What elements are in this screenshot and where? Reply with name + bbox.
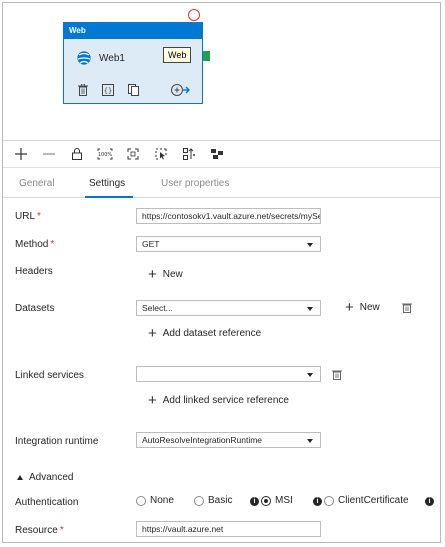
fit-icon[interactable] (125, 146, 141, 162)
required-marker: * (50, 239, 55, 250)
required-marker: * (59, 525, 64, 536)
add-dataset-reference-label: Add dataset reference (162, 328, 262, 339)
auth-option-label: None (150, 495, 174, 506)
integration-runtime-select[interactable]: AutoResolveIntegrationRuntime (136, 432, 321, 448)
headers-new-label: New (162, 269, 183, 280)
pipeline-canvas[interactable]: Web Web1 Web {} (3, 3, 440, 140)
delete-icon[interactable] (76, 83, 90, 97)
auth-radio-client-certificate[interactable]: ClientCertificate (324, 495, 409, 506)
zoom-100-label: 100% (98, 152, 113, 158)
auto-align-icon[interactable] (181, 146, 197, 162)
advanced-label: Advanced (29, 472, 74, 483)
required-marker: * (37, 211, 41, 222)
radio-circle-selected (261, 495, 271, 506)
url-label: URL * (15, 211, 41, 222)
auth-option-label: MSI (275, 495, 293, 506)
datasets-new-label: New (359, 302, 380, 313)
headers-label: Headers (15, 266, 53, 277)
error-indicator-icon[interactable] (188, 9, 200, 21)
integration-runtime-select-value: AutoResolveIntegrationRuntime (142, 435, 263, 445)
activity-type-header: Web (64, 23, 202, 39)
plus-icon: + (148, 324, 157, 342)
lock-icon[interactable] (69, 146, 85, 162)
chevron-down-icon (307, 439, 313, 443)
add-dataset-reference-button[interactable]: + Add dataset reference (148, 324, 262, 342)
datasets-select-value: Select... (142, 303, 173, 313)
web-globe-icon (76, 50, 92, 66)
authentication-label: Authentication (15, 497, 79, 508)
pipeline-editor: Web Web1 Web {} 100% General Settings Us… (2, 2, 441, 543)
plus-icon: + (148, 391, 157, 409)
plus-icon: + (345, 298, 354, 316)
radio-circle (194, 495, 204, 506)
headers-new-button[interactable]: + New (148, 265, 183, 283)
chevron-down-icon (307, 373, 313, 377)
web-activity-node[interactable]: Web Web1 Web {} (63, 22, 203, 104)
datasets-select[interactable]: Select... (136, 300, 321, 316)
activity-name: Web1 (99, 53, 125, 64)
linked-services-select[interactable] (136, 366, 321, 382)
delete-dataset-icon[interactable] (402, 302, 412, 313)
layout-icon[interactable] (209, 146, 225, 162)
auth-radio-basic[interactable]: Basic (194, 495, 232, 506)
linked-services-label: Linked services (15, 370, 84, 381)
resource-input[interactable]: https://vault.azure.net (136, 521, 321, 537)
info-icon[interactable]: i (313, 497, 322, 506)
auth-radio-msi[interactable]: MSI (261, 495, 293, 506)
copy-icon[interactable] (126, 83, 140, 97)
auth-radio-none[interactable]: None (136, 495, 174, 506)
tab-general[interactable]: General (19, 178, 55, 189)
advanced-toggle[interactable]: Advanced (17, 472, 73, 483)
integration-runtime-label: Integration runtime (15, 436, 99, 447)
add-linked-service-reference-button[interactable]: + Add linked service reference (148, 391, 289, 409)
active-tab-indicator (85, 196, 133, 198)
plus-icon[interactable] (13, 146, 29, 162)
chevron-down-icon (307, 243, 313, 247)
delete-linked-service-icon[interactable] (332, 369, 342, 380)
datasets-label: Datasets (15, 303, 55, 314)
zoom-100-icon[interactable]: 100% (97, 146, 113, 162)
minus-icon[interactable] (41, 146, 57, 162)
activity-tooltip: Web (163, 47, 192, 63)
radio-circle (324, 495, 334, 506)
tab-settings[interactable]: Settings (89, 178, 125, 189)
info-icon[interactable]: i (250, 497, 259, 506)
method-label: Method * (15, 239, 55, 250)
svg-text:{}: {} (104, 87, 112, 95)
resource-label: Resource * (15, 525, 64, 536)
success-output-handle[interactable] (203, 51, 210, 61)
view-code-icon[interactable]: {} (101, 83, 115, 97)
radio-circle (136, 495, 146, 506)
add-output-arrow-icon[interactable] (170, 83, 190, 97)
url-input[interactable]: https://contosokv1.vault.azure.net/secre… (136, 208, 321, 224)
collapse-triangle-icon (17, 475, 23, 480)
tab-bar: General Settings User properties (3, 168, 440, 198)
datasets-new-button[interactable]: + New (345, 298, 380, 316)
select-icon[interactable] (153, 146, 169, 162)
auth-option-label: Basic (208, 495, 233, 506)
add-linked-service-reference-label: Add linked service reference (162, 395, 289, 406)
method-select-value: GET (142, 239, 160, 249)
tab-user-properties[interactable]: User properties (161, 178, 229, 189)
canvas-toolbar: 100% (3, 140, 440, 168)
info-icon[interactable]: i (425, 497, 434, 506)
method-select[interactable]: GET (136, 236, 321, 252)
chevron-down-icon (307, 307, 313, 311)
plus-icon: + (148, 265, 157, 283)
auth-option-label: ClientCertificate (338, 495, 409, 506)
